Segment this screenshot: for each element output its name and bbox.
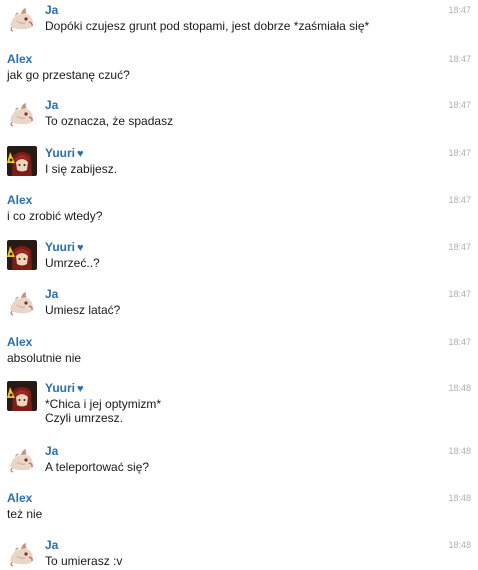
timestamp: 18:48	[448, 383, 471, 393]
timestamp: 18:47	[448, 195, 471, 205]
author-name[interactable]: Ja	[45, 3, 58, 17]
avatar[interactable]	[7, 538, 37, 568]
author-name[interactable]: Ja	[45, 444, 58, 458]
message-text: Dopóki czujesz grunt pod stopami, jest d…	[45, 19, 370, 33]
message-text: To umierasz :v	[45, 554, 123, 568]
timestamp: 18:48	[448, 446, 471, 456]
heart-icon: ♥	[77, 242, 84, 254]
author-name[interactable]: Yuuri ♥	[45, 240, 84, 255]
avatar[interactable]	[7, 240, 37, 270]
message-text: To oznacza, że spadasz	[45, 114, 174, 128]
timestamp: 18:47	[448, 289, 471, 299]
avatar[interactable]	[7, 3, 37, 33]
timestamp: 18:48	[448, 493, 471, 503]
avatar[interactable]	[7, 381, 37, 411]
chat-transcript: Ja 18:47 Dopóki czujesz grunt pod stopam…	[0, 0, 478, 570]
heart-icon: ♥	[77, 148, 84, 160]
author-name[interactable]: Alex	[7, 193, 32, 207]
message-text: Umrzeć..?	[45, 256, 100, 270]
timestamp: 18:47	[448, 5, 471, 15]
timestamp: 18:48	[448, 540, 471, 550]
message-text: i co zrobić wtedy?	[7, 209, 103, 223]
author-name[interactable]: Alex	[7, 335, 32, 349]
avatar[interactable]	[7, 444, 37, 474]
author-name[interactable]: Ja	[45, 98, 58, 112]
message-text: *Chica i jej optymizm* Czyli umrzesz.	[45, 397, 162, 425]
author-name[interactable]: Alex	[7, 491, 32, 505]
author-name[interactable]: Yuuri ♥	[45, 381, 84, 396]
timestamp: 18:47	[448, 100, 471, 110]
avatar[interactable]	[7, 287, 37, 317]
author-name[interactable]: Alex	[7, 52, 32, 66]
timestamp: 18:47	[448, 54, 471, 64]
timestamp: 18:47	[448, 148, 471, 158]
timestamp: 18:47	[448, 337, 471, 347]
message-text: też nie	[7, 507, 43, 521]
message-text: jak go przestanę czuć?	[7, 68, 130, 82]
avatar[interactable]	[7, 146, 37, 176]
message-text: I się zabijesz.	[45, 162, 118, 176]
message-text: Umiesz latać?	[45, 303, 121, 317]
message-text: A teleportować się?	[45, 460, 150, 474]
avatar[interactable]	[7, 98, 37, 128]
heart-icon: ♥	[77, 383, 84, 395]
timestamp: 18:47	[448, 242, 471, 252]
message-text: absolutnie nie	[7, 351, 82, 365]
author-name[interactable]: Ja	[45, 287, 58, 301]
author-name[interactable]: Yuuri ♥	[45, 146, 84, 161]
author-name[interactable]: Ja	[45, 538, 58, 552]
